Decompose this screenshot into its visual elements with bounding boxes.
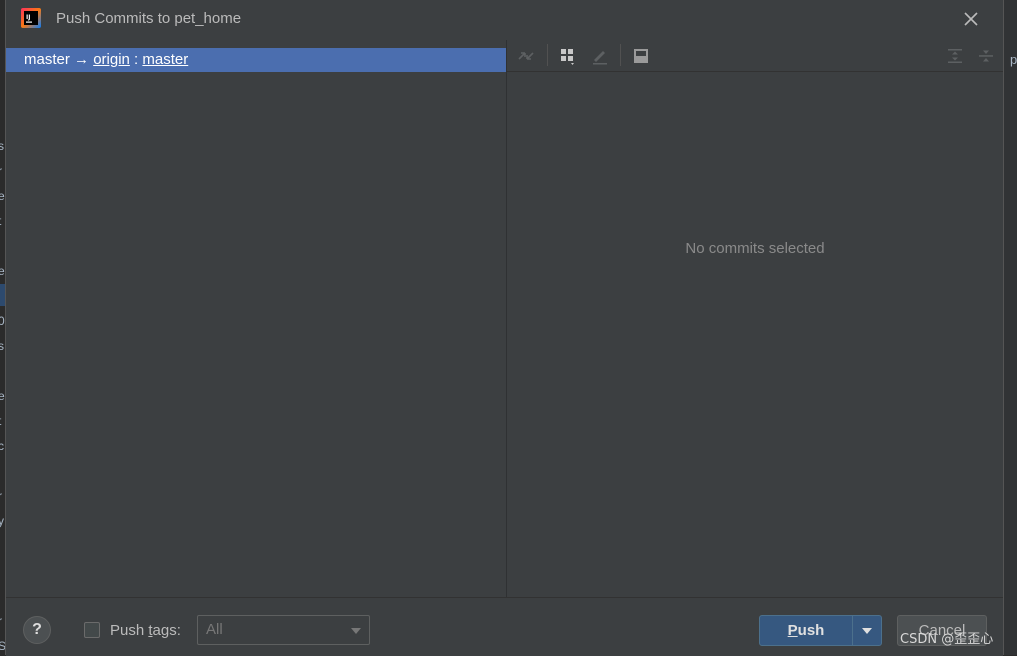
collapse-all-icon[interactable] [975, 45, 997, 67]
title-bar: IJ Push Commits to pet_home [6, 0, 1003, 40]
tags-select-value: All [206, 621, 223, 638]
expand-all-icon[interactable] [944, 45, 966, 67]
bg-char: r [0, 614, 2, 628]
branch-separator: : [134, 51, 139, 68]
push-tags-label[interactable]: Push tags: [110, 622, 181, 639]
branch-tree-pane: master → origin : master [6, 47, 506, 597]
background-ide-right: p [1004, 0, 1017, 655]
push-label-rest: ush [797, 622, 825, 639]
push-commits-dialog: IJ Push Commits to pet_home master → ori… [5, 0, 1004, 656]
bg-char: t [0, 214, 1, 228]
no-commits-message: No commits selected [685, 240, 825, 257]
push-button[interactable]: Push [759, 615, 882, 646]
bg-char: s [0, 139, 4, 153]
svg-text:IJ: IJ [26, 14, 30, 21]
arrow-right-icon: → [74, 51, 90, 68]
bg-char: e [0, 189, 5, 203]
branch-spec: master → origin : master [24, 48, 188, 72]
close-icon[interactable] [959, 7, 983, 31]
commit-details-pane: No commits selected [507, 40, 1003, 597]
preview-panel-icon[interactable] [630, 45, 652, 67]
remote-branch-link[interactable]: master [142, 51, 188, 68]
toolbar-separator [620, 44, 621, 66]
bg-char: e [0, 264, 5, 278]
toolbar-separator [547, 44, 548, 66]
group-by-icon[interactable] [557, 45, 579, 67]
bg-char: e [0, 389, 5, 403]
push-tags-label-part: ags: [152, 622, 181, 639]
dialog-footer: ? Push tags: All Push Cancel [6, 597, 1003, 656]
bg-char: c [0, 439, 4, 453]
details-toolbar [507, 40, 1003, 72]
bg-char: 0 [0, 314, 5, 328]
bg-char: r [0, 489, 2, 503]
push-options-dropdown-icon[interactable] [862, 628, 872, 634]
push-tags-label-part: Push [110, 622, 149, 639]
push-button-split [852, 616, 853, 645]
bg-char: r [0, 164, 2, 178]
intellij-idea-icon: IJ [21, 8, 41, 28]
branch-row-master[interactable]: master → origin : master [6, 48, 506, 72]
local-branch: master [24, 51, 70, 68]
dialog-title: Push Commits to pet_home [56, 10, 242, 27]
bg-char: s [0, 339, 4, 353]
bg-char: p [1010, 52, 1017, 67]
bg-char: t [0, 414, 1, 428]
push-tags-checkbox[interactable] [84, 622, 100, 638]
tags-select[interactable]: All [197, 615, 370, 645]
csdn-watermark: CSDN @歪歪心 [900, 632, 994, 647]
remote-link[interactable]: origin [93, 51, 130, 68]
push-mnemonic: P [787, 622, 798, 639]
push-button-label: Push [760, 622, 852, 639]
help-button[interactable]: ? [23, 616, 51, 644]
chevron-down-icon [351, 628, 361, 634]
edit-icon[interactable] [589, 45, 611, 67]
merge-arrows-icon[interactable] [515, 45, 537, 67]
bg-char: y [0, 514, 4, 528]
